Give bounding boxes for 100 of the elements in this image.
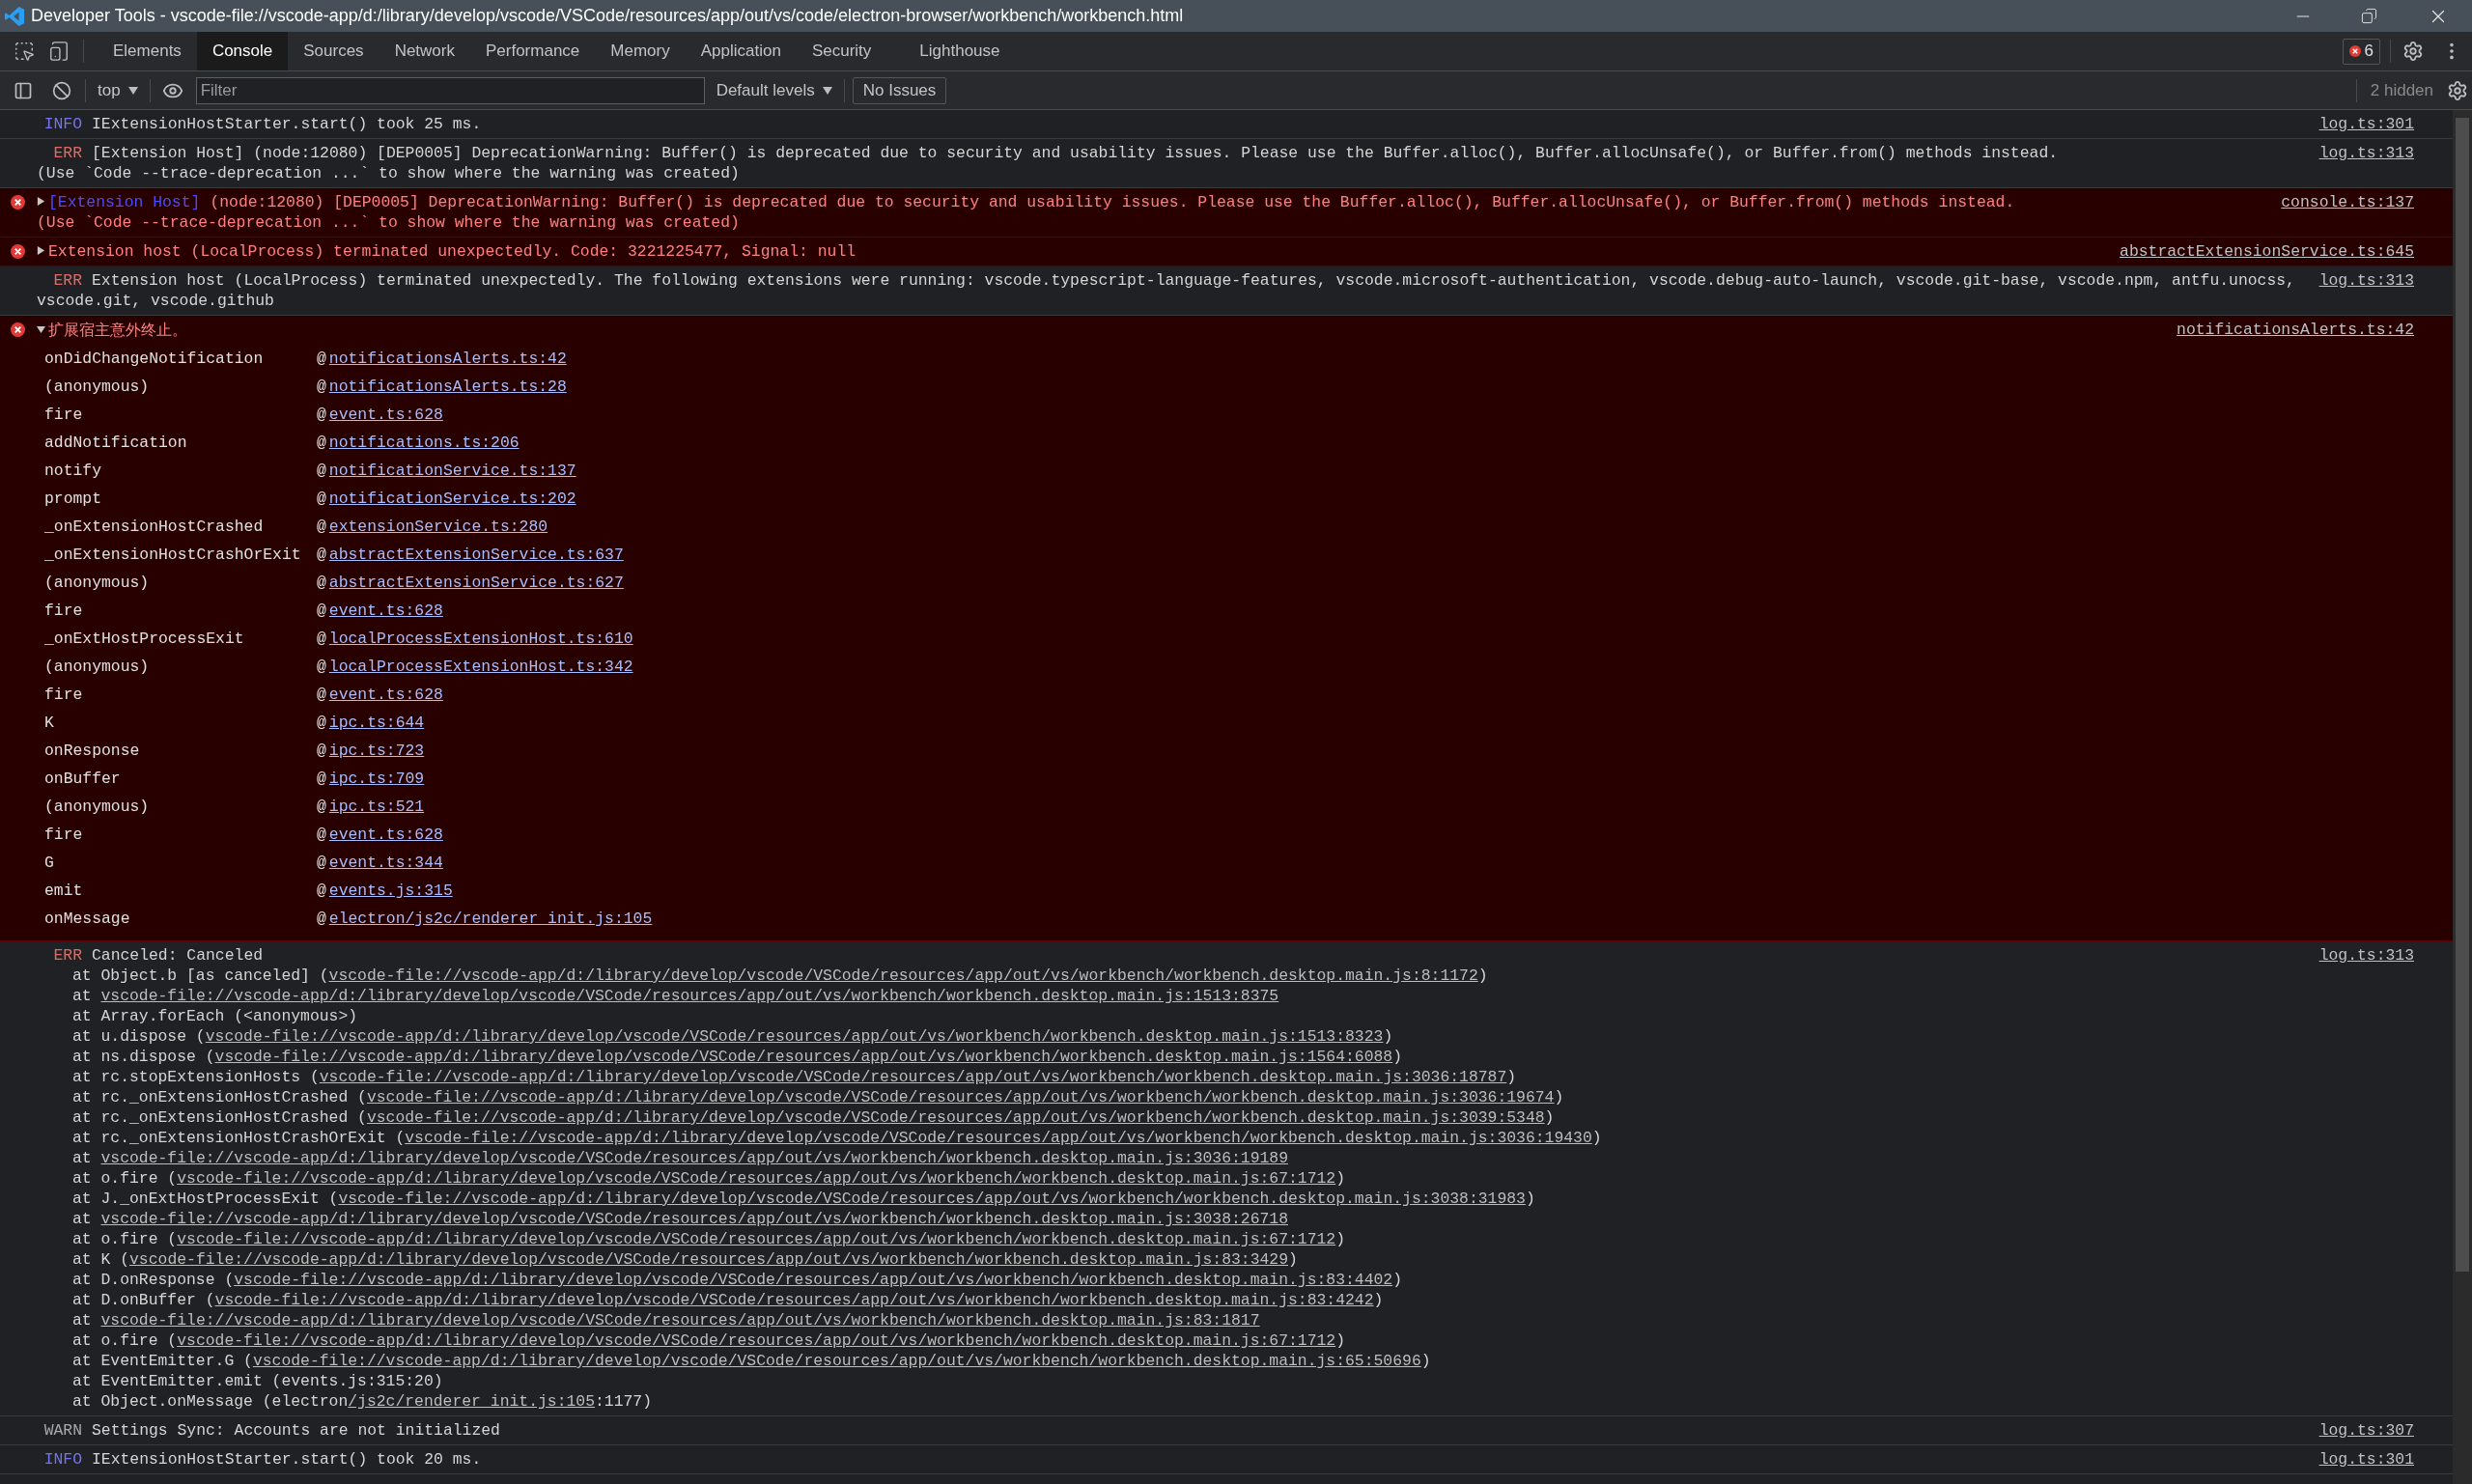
file-link[interactable]: electron/js2c/renderer_init.js:105 [328,910,653,928]
file-link[interactable]: extensionService.ts:280 [328,518,548,536]
source-link[interactable]: log.ts:301 [2318,114,2414,134]
stack-function: fire [44,405,84,426]
file-link[interactable]: vscode-file://vscode-app/d:/library/develop/vscode/VSCode/resources/app/out/vs/workbench/workbench.desktop.main.js:3036:18787 [319,1068,1507,1086]
source-link[interactable]: log.ts:307 [2318,1420,2414,1441]
panel-tab[interactable]: Network [379,32,470,70]
stack-trace-line: at ns.dispose (vscode-file://vscode-app/d:/library/develop/vscode/VSCode/resources/app/out/vs/workbench/workbench.desktop.main.js:1564:6088) [72,1047,1404,1067]
file-link[interactable]: event.ts:628 [328,686,443,704]
source-link[interactable]: notificationsAlerts.ts:42 [2177,320,2414,937]
stack-function: (anonymous) [44,657,151,678]
file-link[interactable]: vscode-file://vscode-app/d:/library/develop/vscode/VSCode/resources/app/out/vs/workbench/workbench.desktop.main.js:3036:19674 [366,1088,1555,1106]
file-link[interactable]: vscode-file://vscode-app/d:/library/develop/vscode/VSCode/resources/app/out/vs/workbench/workbench.desktop.main.js:83:1817 [100,1311,1260,1330]
inspect-icon[interactable] [14,41,35,62]
file-link[interactable]: event.ts:628 [328,602,443,620]
panel-tab[interactable]: Performance [470,32,596,70]
console-settings-icon[interactable] [2447,79,2468,101]
disclosure-triangle-icon[interactable] [37,197,45,206]
restore-icon[interactable] [2361,8,2377,24]
file-link[interactable]: notificationService.ts:202 [328,490,576,508]
file-link[interactable]: abstractExtensionService.ts:637 [328,546,624,564]
dropdown-caret-icon [822,86,832,95]
source-link[interactable]: console.ts:137 [2281,192,2414,233]
file-link[interactable]: vscode-file://vscode-app/d:/library/develop/vscode/VSCode/resources/app/out/vs/workbench/workbench.desktop.main.js:83:4402 [234,1271,1393,1289]
filter-field[interactable]: Filter [195,76,705,104]
panel-tab[interactable]: Elements [98,32,197,70]
settings-icon[interactable] [2402,41,2424,62]
file-link[interactable]: vscode-file://vscode-app/d:/library/develop/vscode/VSCode/resources/app/out/vs/workbench/workbench.desktop.main.js:3036:19189 [100,1149,1288,1167]
file-link[interactable]: vscode-file://vscode-app/d:/library/develop/vscode/VSCode/resources/app/out/vs/workbench/workbench.desktop.main.js:3038:31983 [338,1190,1526,1208]
file-link[interactable]: notificationsAlerts.ts:42 [328,350,567,368]
file-link[interactable]: vscode-file://vscode-app/d:/library/develop/vscode/VSCode/resources/app/out/vs/workbench/workbench.desktop.main.js:1513:8323 [205,1027,1384,1046]
panel-tab[interactable]: Application [685,32,797,70]
stack-trace-line: at vscode-file://vscode-app/d:/library/develop/vscode/VSCode/resources/app/out/vs/workbench/workbench.desktop.main.js:83:1817 [72,1310,1261,1330]
stack-function: _onExtensionHostCrashOrExit [44,545,302,566]
file-link[interactable]: ipc.ts:709 [328,770,425,788]
panel-tab[interactable]: Lighthouse [904,32,1016,70]
source-link[interactable]: log.ts:301 [2318,1449,2414,1470]
file-link[interactable]: vscode-file://vscode-app/d:/library/develop/vscode/VSCode/resources/app/out/vs/workbench/workbench.desktop.main.js:67:1712 [177,1230,1336,1248]
file-link[interactable]: vscode-file://vscode-app/d:/library/develop/vscode/VSCode/resources/app/out/vs/workbench/workbench.desktop.main.js:3039:5348 [366,1108,1545,1127]
panel-tab[interactable]: Sources [288,32,379,70]
disclosure-triangle-icon[interactable] [37,246,45,255]
file-link[interactable]: vscode-file://vscode-app/d:/library/develop/vscode/VSCode/resources/app/out/vs/workbench/workbench.desktop.main.js:67:1712 [177,1331,1336,1350]
file-link[interactable]: ipc.ts:644 [328,714,425,732]
stack-trace-line: at rc._onExtensionHostCrashed (vscode-file://vscode-app/d:/library/develop/vscode/VSCode/resources/app/out/vs/workbench/workbench.desktop.main.js:3036:19674) [72,1087,1565,1107]
file-link[interactable]: abstractExtensionService.ts:627 [328,574,624,592]
file-link[interactable]: notificationService.ts:137 [328,462,576,480]
file-link[interactable]: vscode-file://vscode-app/d:/library/develop/vscode/VSCode/resources/app/out/vs/workbench/workbench.desktop.main.js:83:3429 [129,1250,1289,1269]
stack-function: _onExtensionHostCrashed [44,517,265,538]
at-sign: @ [317,798,326,816]
file-link[interactable]: event.ts:628 [328,406,443,424]
stack-trace-line: at o.fire (vscode-file://vscode-app/d:/library/develop/vscode/VSCode/resources/app/out/vs/workbench/workbench.desktop.main.js:67:1712) [72,1168,1347,1189]
source-link[interactable]: log.ts:313 [2318,143,2414,183]
sidebar-toggle-icon[interactable] [14,80,33,100]
error-icon [11,322,25,337]
at-sign: @ [317,462,326,480]
file-link[interactable]: events.js:315 [328,882,453,900]
file-link[interactable]: ipc.ts:521 [328,798,425,816]
file-link[interactable]: ipc.ts:723 [328,742,425,760]
log-message: [Extension Host] (node:12080) [DEP0005] DeprecationWarning: Buffer() is deprecated due to security and usability issues. Please use the Buffer.alloc(), Buffer.allocUnsafe(), or Buffer.from() methods instead. [92,144,2059,162]
log-message: IExtensionHostStarter.start() took 25 ms. [92,115,482,133]
log-levels-dropdown[interactable]: Default levels [716,77,832,103]
source-link[interactable]: log.ts:313 [2318,945,2414,1412]
log-message: IExtensionHostStarter.start() took 20 ms. [92,1450,482,1469]
error-message: (Use `Code --trace-deprecation ...` to show where the warning was created) [37,213,740,232]
file-link[interactable]: localProcessExtensionHost.ts:342 [328,658,633,676]
error-icon [2348,45,2361,57]
file-link[interactable]: vscode-file://vscode-app/d:/library/develop/vscode/VSCode/resources/app/out/vs/workbench/workbench.desktop.main.js:8:1172 [328,966,1478,985]
error-counter[interactable]: 6 [2342,38,2380,65]
stack-trace-line: at rc._onExtensionHostCrashOrExit (vscode-file://vscode-app/d:/library/develop/vscode/VSCode/resources/app/out/vs/workbench/workbench.desktop.main.js:3036:19430) [72,1128,1603,1148]
file-link[interactable]: vscode-file://vscode-app/d:/library/develop/vscode/VSCode/resources/app/out/vs/workbench/workbench.desktop.main.js:67:1712 [177,1169,1336,1188]
panel-tab[interactable]: Console [196,32,289,70]
disclosure-triangle-icon[interactable] [37,325,45,334]
file-link[interactable]: localProcessExtensionHost.ts:610 [328,630,633,648]
panel-tab[interactable]: Memory [595,32,686,70]
error-icon [11,244,25,259]
clear-console-icon[interactable] [52,80,71,100]
file-link[interactable]: vscode-file://vscode-app/d:/library/develop/vscode/VSCode/resources/app/out/vs/workbench/workbench.desktop.main.js:83:4242 [214,1291,1374,1309]
file-link[interactable]: vscode-file://vscode-app/d:/library/develop/vscode/VSCode/resources/app/out/vs/workbench/workbench.desktop.main.js:1513:8375 [100,987,1279,1005]
file-link[interactable]: vscode-file://vscode-app/d:/library/develop/vscode/VSCode/resources/app/out/vs/workbench/workbench.desktop.main.js:3038:26718 [100,1210,1288,1228]
source-link[interactable]: log.ts:313 [2318,270,2414,311]
source-link[interactable]: abstractExtensionService.ts:645 [2120,241,2414,262]
stack-function: onDidChangeNotification [44,349,265,370]
context-selector[interactable]: top [98,77,138,103]
file-link[interactable]: vscode-file://vscode-app/d:/library/develop/vscode/VSCode/resources/app/out/vs/workbench/workbench.desktop.main.js:3036:19430 [405,1129,1592,1147]
at-sign: @ [317,686,326,704]
file-link[interactable]: /js2c/renderer_init.js:105 [348,1392,595,1411]
log-level-label: ERR [52,270,82,291]
panel-tab[interactable]: Security [796,32,887,70]
file-link[interactable]: vscode-file://vscode-app/d:/library/develop/vscode/VSCode/resources/app/out/vs/workbench/workbench.desktop.main.js:1564:6088 [214,1048,1393,1066]
file-link[interactable]: event.ts:344 [328,854,443,872]
file-link[interactable]: notificationsAlerts.ts:28 [328,378,567,396]
issues-button[interactable]: No Issues [852,76,947,104]
stack-function: fire [44,601,84,622]
device-toolbar-icon[interactable] [48,41,70,62]
file-link[interactable]: vscode-file://vscode-app/d:/library/develop/vscode/VSCode/resources/app/out/vs/workbench/workbench.desktop.main.js:65:50696 [252,1352,1421,1370]
file-link[interactable]: notifications.ts:206 [328,434,520,452]
file-link[interactable]: event.ts:628 [328,826,443,844]
stack-function: (anonymous) [44,797,151,818]
stack-trace-line: at D.onBuffer (vscode-file://vscode-app/d:/library/develop/vscode/VSCode/resources/app/out/vs/workbench/workbench.desktop.main.js:83:4242) [72,1290,1385,1310]
scrollbar[interactable] [2453,110,2472,1484]
